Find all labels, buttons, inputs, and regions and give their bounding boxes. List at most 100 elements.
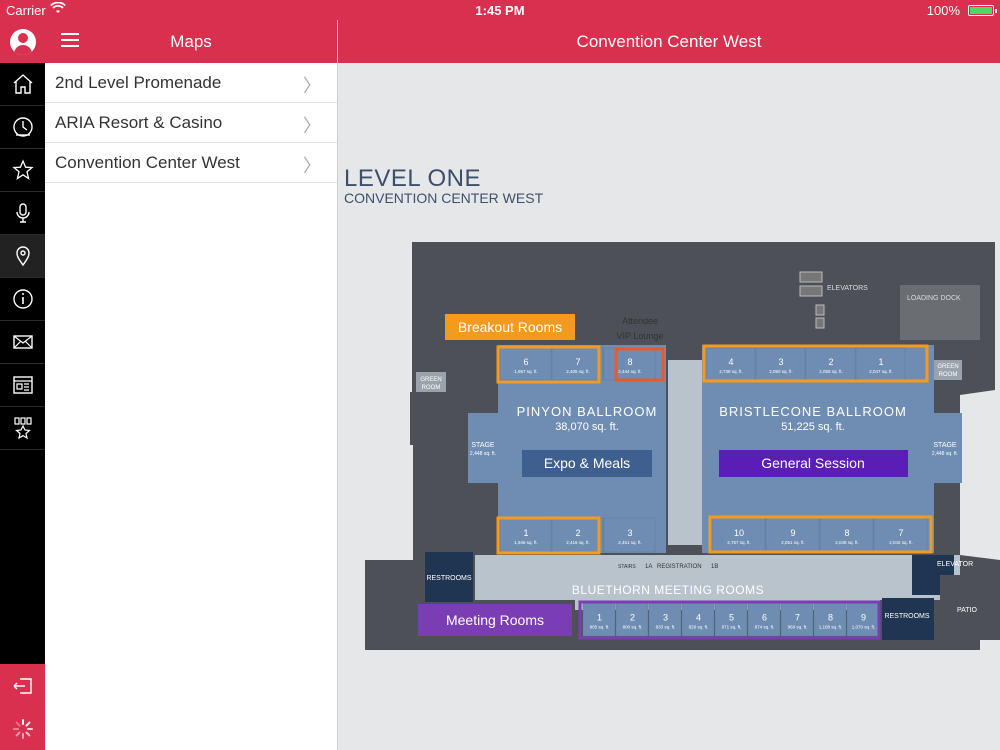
profile-button[interactable]	[0, 20, 45, 63]
elevator-label: ELEVATOR	[937, 561, 973, 568]
mail-icon	[12, 335, 33, 349]
battery-percent: 100%	[926, 3, 960, 18]
sidebar-item-favorites[interactable]	[0, 149, 45, 192]
status-time: 1:45 PM	[475, 3, 525, 18]
stage-right-label: STAGE	[933, 442, 957, 449]
sidebar-item-sponsors[interactable]	[0, 407, 45, 450]
room-size: 2,451 sq. ft.	[618, 540, 642, 545]
green-room-left-label-2: ROOM	[422, 385, 441, 391]
room-number: 4	[696, 613, 701, 623]
room-number: 3	[627, 528, 632, 538]
wifi-icon	[50, 1, 66, 17]
battery-icon	[968, 5, 997, 16]
room-size: 1,967 sq. ft.	[514, 369, 538, 374]
bristlecone-name: BRISTLECONE BALLROOM	[719, 404, 907, 419]
elevators-label: ELEVATORS	[827, 285, 868, 292]
map-list-item-label: 2nd Level Promenade	[55, 73, 222, 92]
bristlecone-bottom-rooms: 10 2,757 sq. ft. 9 2,051 sq. ft. 8 2,048 sq. …	[708, 515, 933, 554]
room-size: 829 sq. ft.	[689, 625, 709, 630]
room-number: 10	[734, 528, 744, 538]
sidebar-item-messages[interactable]	[0, 321, 45, 364]
room-number: 7	[898, 528, 903, 538]
reg-1b-label: 1B	[711, 564, 718, 570]
bristlecone-top-rooms: 4 2,738 sq. ft. 3 2,050 sq. ft. 2 2,058 sq. f…	[702, 344, 929, 383]
clock-icon	[12, 117, 33, 137]
room-size: 833 sq. ft.	[656, 625, 676, 630]
restrooms-left-label: RESTROOMS	[426, 575, 471, 582]
chevron-right-icon: 〉	[303, 76, 321, 96]
room-size: 905 sq. ft.	[590, 625, 610, 630]
pinyon-size: 38,070 sq. ft.	[555, 421, 619, 433]
carrier-label: Carrier	[6, 3, 46, 18]
bluethorn-label: BLUETHORN MEETING ROOMS	[572, 583, 764, 597]
room-number: 8	[828, 613, 833, 623]
map-list-item[interactable]: 2nd Level Promenade 〉	[45, 63, 337, 103]
battery-fill	[970, 7, 992, 14]
chevron-right-icon: 〉	[303, 116, 321, 136]
room-size: 2,058 sq. ft.	[819, 369, 843, 374]
room-size: 969 sq. ft.	[788, 625, 808, 630]
green-room-right-label: GREEN	[937, 364, 958, 370]
logout-icon	[13, 677, 32, 694]
bristlecone-size: 51,225 sq. ft.	[781, 421, 845, 433]
map-list-item-label: Convention Center West	[55, 153, 240, 172]
map-view[interactable]: LEVEL ONE CONVENTION CENTER WEST 6 1,967…	[338, 63, 1000, 750]
room-number: 1	[878, 357, 883, 367]
room-number: 4	[728, 357, 733, 367]
room-number: 6	[762, 613, 767, 623]
general-callout: General Session	[761, 455, 865, 471]
stage-left-size: 2,448 sq. ft.	[470, 451, 496, 457]
pinyon-bottom-rooms: 1 1,946 sq. ft. 2 2,416 sq. ft. 3 2,451 sq. f…	[496, 516, 656, 555]
room-number: 8	[627, 357, 632, 367]
sidebar-item-home[interactable]	[0, 63, 45, 106]
room-number: 7	[795, 613, 800, 623]
sidebar-item-news[interactable]	[0, 364, 45, 407]
expo-callout: Expo & Meals	[544, 455, 630, 471]
central-corridor	[668, 360, 703, 545]
maps-list-panel: Maps 2nd Level Promenade 〉 ARIA Resort &…	[45, 20, 338, 750]
home-icon	[13, 74, 32, 94]
reg-1a-label: 1A	[645, 564, 652, 570]
room-size: 2,416 sq. ft.	[566, 540, 590, 545]
room-number: 3	[663, 613, 668, 623]
maps-nav-bar: Maps	[45, 20, 337, 63]
room-size: 2,047 sq. ft.	[869, 369, 893, 374]
sidebar-item-maps[interactable]	[0, 235, 45, 278]
room-size: 2,050 sq. ft.	[769, 369, 793, 374]
green-room-right-label-2: ROOM	[939, 372, 958, 378]
logout-button[interactable]	[0, 664, 45, 707]
room-size: 2,738 sq. ft.	[719, 369, 743, 374]
room-size: 1,108 sq. ft.	[819, 625, 843, 630]
sidebar-item-info[interactable]	[0, 278, 45, 321]
room-size: 800 sq. ft.	[623, 625, 643, 630]
room-size: 2,042 sq. ft.	[889, 540, 913, 545]
room-number: 1	[523, 528, 528, 538]
status-bar: Carrier 1:45 PM 100%	[0, 0, 1000, 20]
floor-plan: 6 1,967 sq. ft. 7 2,405 sq. ft. 8 2,444 sq. f…	[365, 242, 1000, 650]
room-size: 2,048 sq. ft.	[835, 540, 859, 545]
map-list-item[interactable]: ARIA Resort & Casino 〉	[45, 103, 337, 143]
pinyon-name: PINYON BALLROOM	[517, 404, 658, 419]
map-list-item[interactable]: Convention Center West 〉	[45, 143, 337, 183]
chevron-right-icon: 〉	[303, 156, 321, 176]
room-size: 1,070 sq. ft.	[852, 625, 876, 630]
info-icon	[12, 289, 33, 309]
room-size: 2,405 sq. ft.	[566, 369, 590, 374]
user-avatar-icon	[9, 28, 36, 55]
microphone-icon	[15, 203, 30, 223]
pinyon-top-rooms: 6 1,967 sq. ft. 7 2,405 sq. ft. 8 2,444 sq. f…	[496, 345, 665, 384]
sidebar-bottom	[0, 664, 45, 750]
sidebar-item-speakers[interactable]	[0, 192, 45, 235]
spinner-icon	[12, 718, 33, 739]
room-number: 3	[778, 357, 783, 367]
main-title: Convention Center West	[576, 32, 762, 51]
room-size: 2,051 sq. ft.	[781, 540, 805, 545]
registration-label: REGISTRATION	[657, 564, 702, 570]
room-number: 8	[844, 528, 849, 538]
patio-label: PATIO	[957, 607, 978, 614]
stage-left-label: STAGE	[471, 442, 495, 449]
room-size: 871 sq. ft.	[722, 625, 742, 630]
room-number: 2	[828, 357, 833, 367]
room-number: 9	[790, 528, 795, 538]
sidebar-item-schedule[interactable]	[0, 106, 45, 149]
